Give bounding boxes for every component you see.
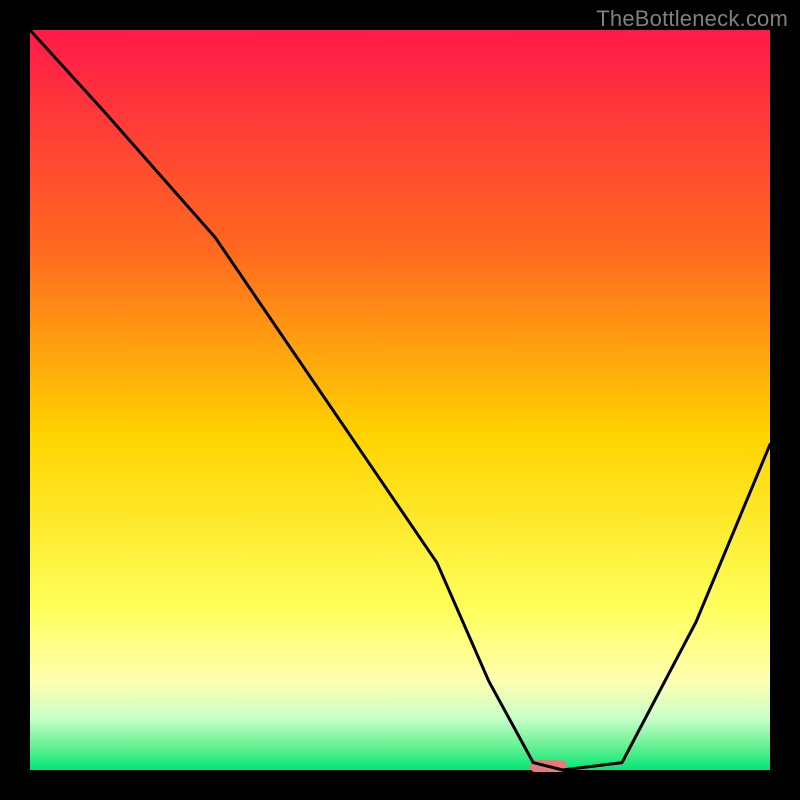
bottleneck-chart: TheBottleneck.com (0, 0, 800, 800)
chart-svg (0, 0, 800, 800)
watermark-text: TheBottleneck.com (596, 6, 788, 32)
plot-background (30, 30, 770, 770)
